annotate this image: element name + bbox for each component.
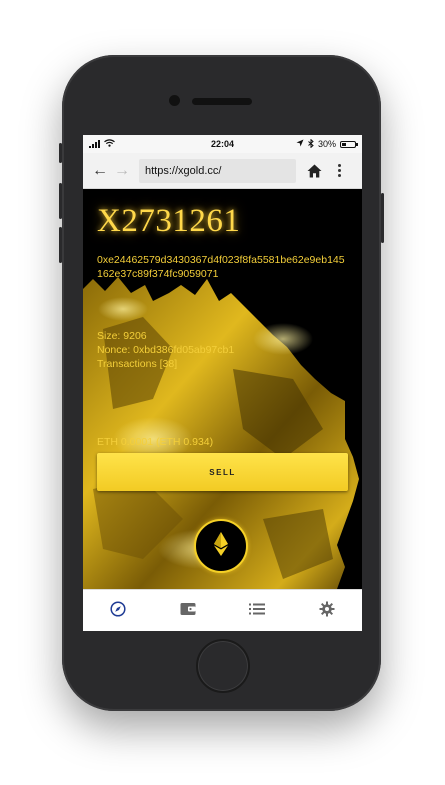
tab-settings[interactable] xyxy=(307,594,347,628)
explore-button[interactable] xyxy=(194,519,248,573)
wifi-icon xyxy=(104,139,115,149)
tab-explore[interactable] xyxy=(98,594,138,628)
battery-icon xyxy=(340,140,358,148)
back-arrow-icon[interactable]: ← xyxy=(89,162,111,180)
location-icon xyxy=(296,139,304,149)
block-size: Size: 9206 xyxy=(97,330,147,342)
tab-list[interactable] xyxy=(237,594,277,628)
volume-up-button xyxy=(59,183,62,219)
phone-screen: 22:04 30% ← → https://xgold.cc/ X2731261… xyxy=(83,135,362,631)
block-nonce: Nonce: 0xbd386fd05ab97cb1 xyxy=(97,344,235,356)
browser-toolbar: ← → https://xgold.cc/ xyxy=(83,153,362,189)
earpiece-speaker xyxy=(192,98,252,105)
tab-bar xyxy=(83,589,362,631)
volume-down-button xyxy=(59,227,62,263)
more-menu-icon[interactable] xyxy=(332,164,346,177)
block-meta: Size: 9206 Nonce: 0xbd386fd05ab97cb1 Tra… xyxy=(97,329,234,371)
forward-arrow-icon[interactable]: → xyxy=(111,162,133,180)
battery-percent: 30% xyxy=(317,139,336,149)
compass-icon xyxy=(110,600,126,622)
mute-switch xyxy=(59,143,62,163)
bluetooth-icon xyxy=(308,138,314,150)
phone-frame: 22:04 30% ← → https://xgold.cc/ X2731261… xyxy=(59,55,384,711)
block-hash: 0xe24462579d3430367d4f023f8fa5581be62e9e… xyxy=(97,254,345,280)
tab-wallet[interactable] xyxy=(168,594,208,628)
home-icon[interactable] xyxy=(304,161,324,181)
signal-icon xyxy=(89,140,100,148)
front-camera xyxy=(169,95,180,106)
address-bar[interactable]: https://xgold.cc/ xyxy=(139,158,296,183)
block-title: X2731261 xyxy=(97,203,241,239)
status-bar: 22:04 30% xyxy=(83,135,362,153)
sell-button[interactable]: SELL xyxy=(97,453,348,491)
block-view: X2731261 0xe24462579d3430367d4f023f8fa55… xyxy=(83,189,362,589)
power-button xyxy=(381,193,384,243)
list-icon xyxy=(249,602,266,620)
gear-icon xyxy=(319,601,335,622)
ethereum-icon xyxy=(214,531,228,561)
wallet-icon xyxy=(180,602,196,621)
home-button[interactable] xyxy=(196,639,250,693)
eth-price: ETH 0.0001 (ETH 0.934) xyxy=(97,436,214,448)
block-transactions: Transactions [38] xyxy=(97,358,178,370)
